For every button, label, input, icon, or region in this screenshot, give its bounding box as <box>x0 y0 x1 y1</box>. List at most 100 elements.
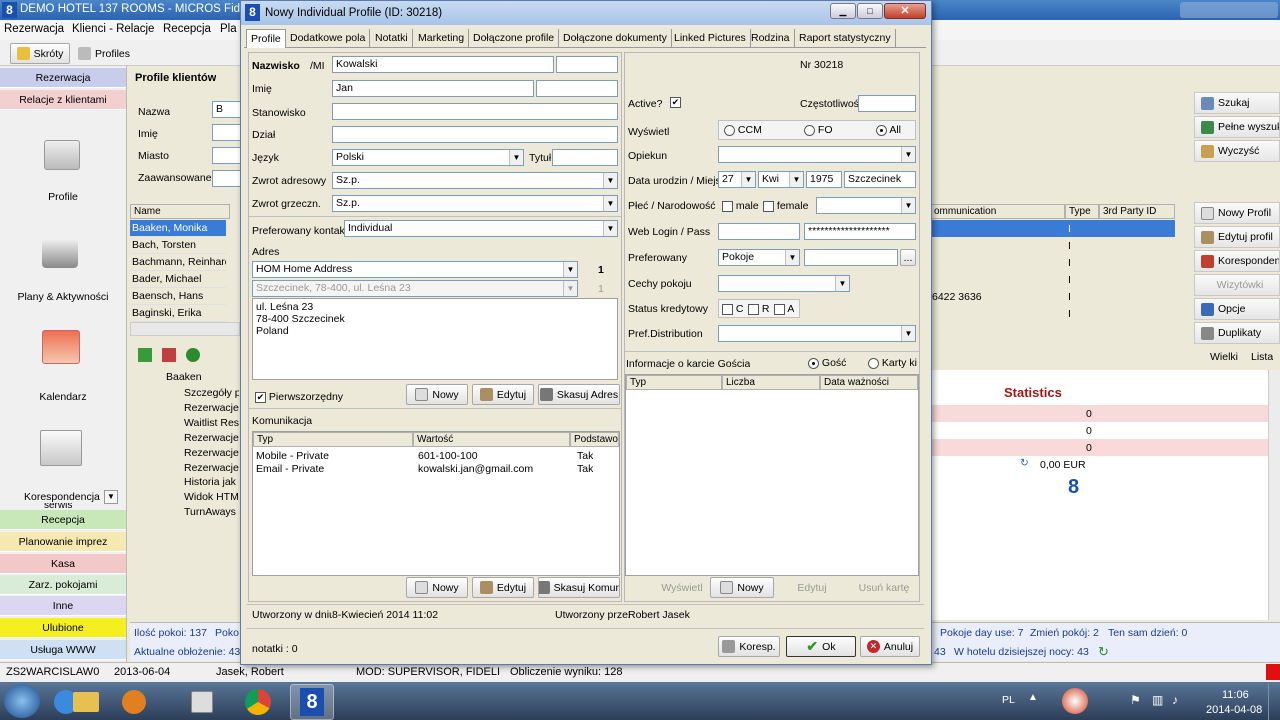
position-field[interactable] <box>332 103 618 120</box>
sidebar-pokoje[interactable]: Zarz. pokojami <box>0 575 126 595</box>
tray-network-icon[interactable]: ▥ <box>1152 693 1163 707</box>
sidebar-inne[interactable]: Inne <box>0 596 126 616</box>
menu-klienci[interactable]: Klienci - Relacje <box>72 23 154 35</box>
correspondence-dialog-button[interactable]: Koresp. <box>718 636 780 657</box>
chrome-icon[interactable] <box>236 684 280 720</box>
pref-distribution-select[interactable]: ▼ <box>718 325 916 342</box>
explorer-icon[interactable] <box>64 684 108 720</box>
address-salutation-select[interactable]: Sz.p. ▼ <box>332 172 618 189</box>
first-name-field[interactable]: Jan <box>332 80 534 97</box>
comm-row-value[interactable]: 601-100-100 <box>418 450 478 462</box>
sidebar-nav-calendar[interactable]: Kalendarz <box>0 391 126 403</box>
tray-app-icon[interactable] <box>1062 688 1088 714</box>
web-login-field[interactable] <box>718 223 800 240</box>
sidebar-ulubione[interactable]: Ulubione <box>0 618 126 638</box>
mi-field[interactable] <box>556 56 618 73</box>
comm-row-value[interactable]: kowalski.jan@gmail.com <box>418 463 533 475</box>
media-icon[interactable] <box>112 684 156 720</box>
tree-item[interactable]: Waitlist Res <box>184 417 239 429</box>
sidebar-www[interactable]: Usługa WWW <box>0 640 126 660</box>
right-grid-header-3rd[interactable]: 3rd Party ID <box>1099 204 1175 219</box>
address-summary-select[interactable]: Szczecinek, 78-400, ul. Leśna 23 ▼ <box>252 280 578 297</box>
sidebar-relacje[interactable]: Relacje z klientami <box>0 90 126 110</box>
credit-r-checkbox[interactable]: R <box>748 303 770 315</box>
namelist-row[interactable]: Baginski, Erika <box>130 305 226 322</box>
profiles-button[interactable]: Profiles <box>74 43 134 64</box>
menu-rezerwacja[interactable]: Rezerwacja <box>4 23 64 35</box>
title-field[interactable] <box>552 149 618 166</box>
cancel-button[interactable]: ✕ Anuluj <box>860 636 920 657</box>
tab-profile[interactable]: Profile <box>246 29 286 48</box>
tray-chevron-icon[interactable]: ▲ <box>1028 692 1038 703</box>
clock-time[interactable]: 11:06 <box>1222 689 1249 701</box>
radio-all[interactable]: All <box>876 124 901 136</box>
clear-button[interactable]: Wyczyść <box>1194 140 1280 162</box>
dob-day-select[interactable]: 27 ▼ <box>718 171 756 188</box>
card-edit-button[interactable]: Edytuj <box>780 577 844 598</box>
tree-item[interactable]: Historia jak <box>184 476 239 488</box>
frequency-field[interactable] <box>858 95 916 112</box>
new-comm-button[interactable]: Nowy <box>406 577 468 598</box>
sidebar-nav-plans[interactable]: Plany & Aktywności <box>0 291 126 303</box>
tray-flag-icon[interactable]: ⚑ <box>1130 693 1141 707</box>
sidebar-recepcja[interactable]: Recepcja <box>0 510 126 530</box>
credit-c-checkbox[interactable]: C <box>722 303 744 315</box>
namelist-row[interactable]: Baensch, Hans <box>130 288 226 305</box>
stats-refresh-icon[interactable]: ↻ <box>1020 457 1029 469</box>
comm-col-value[interactable]: Wartość <box>413 432 570 447</box>
first-name-extra-field[interactable] <box>536 80 618 97</box>
search-advanced-input[interactable] <box>212 170 242 187</box>
tree-item[interactable]: Rezerwacje <box>184 432 239 444</box>
suite8-taskbar-icon[interactable]: 8 <box>290 684 334 720</box>
dialog-minimize-button[interactable]: ▁ <box>830 3 856 19</box>
preferred-lookup-button[interactable]: ... <box>900 249 916 266</box>
tree-item[interactable]: Rezerwacje <box>184 402 239 414</box>
comm-row-type[interactable]: Mobile - Private <box>256 450 329 462</box>
namelist-row[interactable]: Bachmann, Reinhard <box>130 254 226 271</box>
namelist-row[interactable]: Bader, Michael <box>130 271 226 288</box>
female-checkbox[interactable]: female <box>763 200 808 212</box>
tree-item[interactable]: Widok HTM <box>184 491 239 503</box>
duplicates-button[interactable]: Duplikaty <box>1194 322 1280 344</box>
address-type-select[interactable]: HOM Home Address ▼ <box>252 261 578 278</box>
right-grid-header-comm[interactable]: ommunication <box>930 204 1065 219</box>
tab-family[interactable]: Rodzina <box>747 29 795 48</box>
menu-recepcja[interactable]: Recepcja <box>163 23 211 35</box>
sidebar-rezerwacja[interactable]: Rezerwacja <box>0 68 126 88</box>
clock-date[interactable]: 2014-04-08 <box>1206 704 1262 716</box>
birthplace-field[interactable]: Szczecinek <box>844 171 916 188</box>
dialog-maximize-button[interactable]: □ <box>857 3 883 19</box>
stats-tab-big[interactable]: Wielki <box>1210 351 1238 363</box>
card-delete-button[interactable]: Usuń kartę <box>850 577 918 598</box>
comm-col-type[interactable]: Typ <box>253 432 413 447</box>
card-col-expiry[interactable]: Data ważności <box>820 375 918 390</box>
sidebar-imprezy[interactable]: Planowanie imprez <box>0 532 126 552</box>
card-view-button[interactable]: Wyświetl <box>658 577 706 598</box>
active-checkbox[interactable]: ✔ <box>670 96 681 108</box>
dialog-close-button[interactable]: ✕ <box>884 3 926 19</box>
right-grid-header-type[interactable]: Type <box>1065 204 1099 219</box>
preferred-select[interactable]: Pokoje ▼ <box>718 249 800 266</box>
radio-fo[interactable]: FO <box>804 124 833 136</box>
edit-profile-button[interactable]: Edytuj profil <box>1194 226 1280 248</box>
correspondence-dropdown[interactable]: ▼ <box>104 490 118 504</box>
right-vscroll[interactable] <box>1268 370 1280 620</box>
ok-button[interactable]: ✔ Ok <box>786 636 856 657</box>
tab-linked-pictures[interactable]: Linked Pictures <box>670 29 751 48</box>
show-desktop-button[interactable] <box>1268 683 1280 720</box>
status-refresh-icon[interactable]: ↻ <box>1098 644 1109 660</box>
profile-nav-icon[interactable] <box>44 140 80 170</box>
tree-item[interactable]: Szczegóły p <box>184 387 239 399</box>
tab-marketing[interactable]: Marketing <box>414 29 470 48</box>
male-checkbox[interactable]: male <box>722 200 759 212</box>
tree-refresh-icon[interactable] <box>186 348 200 362</box>
room-features-select[interactable]: ▼ <box>718 275 850 292</box>
edit-comm-button[interactable]: Edytuj <box>472 577 534 598</box>
web-password-field[interactable]: ******************** <box>804 223 916 240</box>
card-radio-keycards[interactable]: Karty ki <box>868 357 918 369</box>
menu-pla[interactable]: Pla <box>220 23 237 35</box>
shortcuts-button[interactable]: Skróty <box>10 43 70 64</box>
comm-row-type[interactable]: Email - Private <box>256 463 324 475</box>
edit-address-button[interactable]: Edytuj <box>472 384 534 405</box>
full-search-button[interactable]: Pełne wyszuk <box>1194 116 1280 138</box>
